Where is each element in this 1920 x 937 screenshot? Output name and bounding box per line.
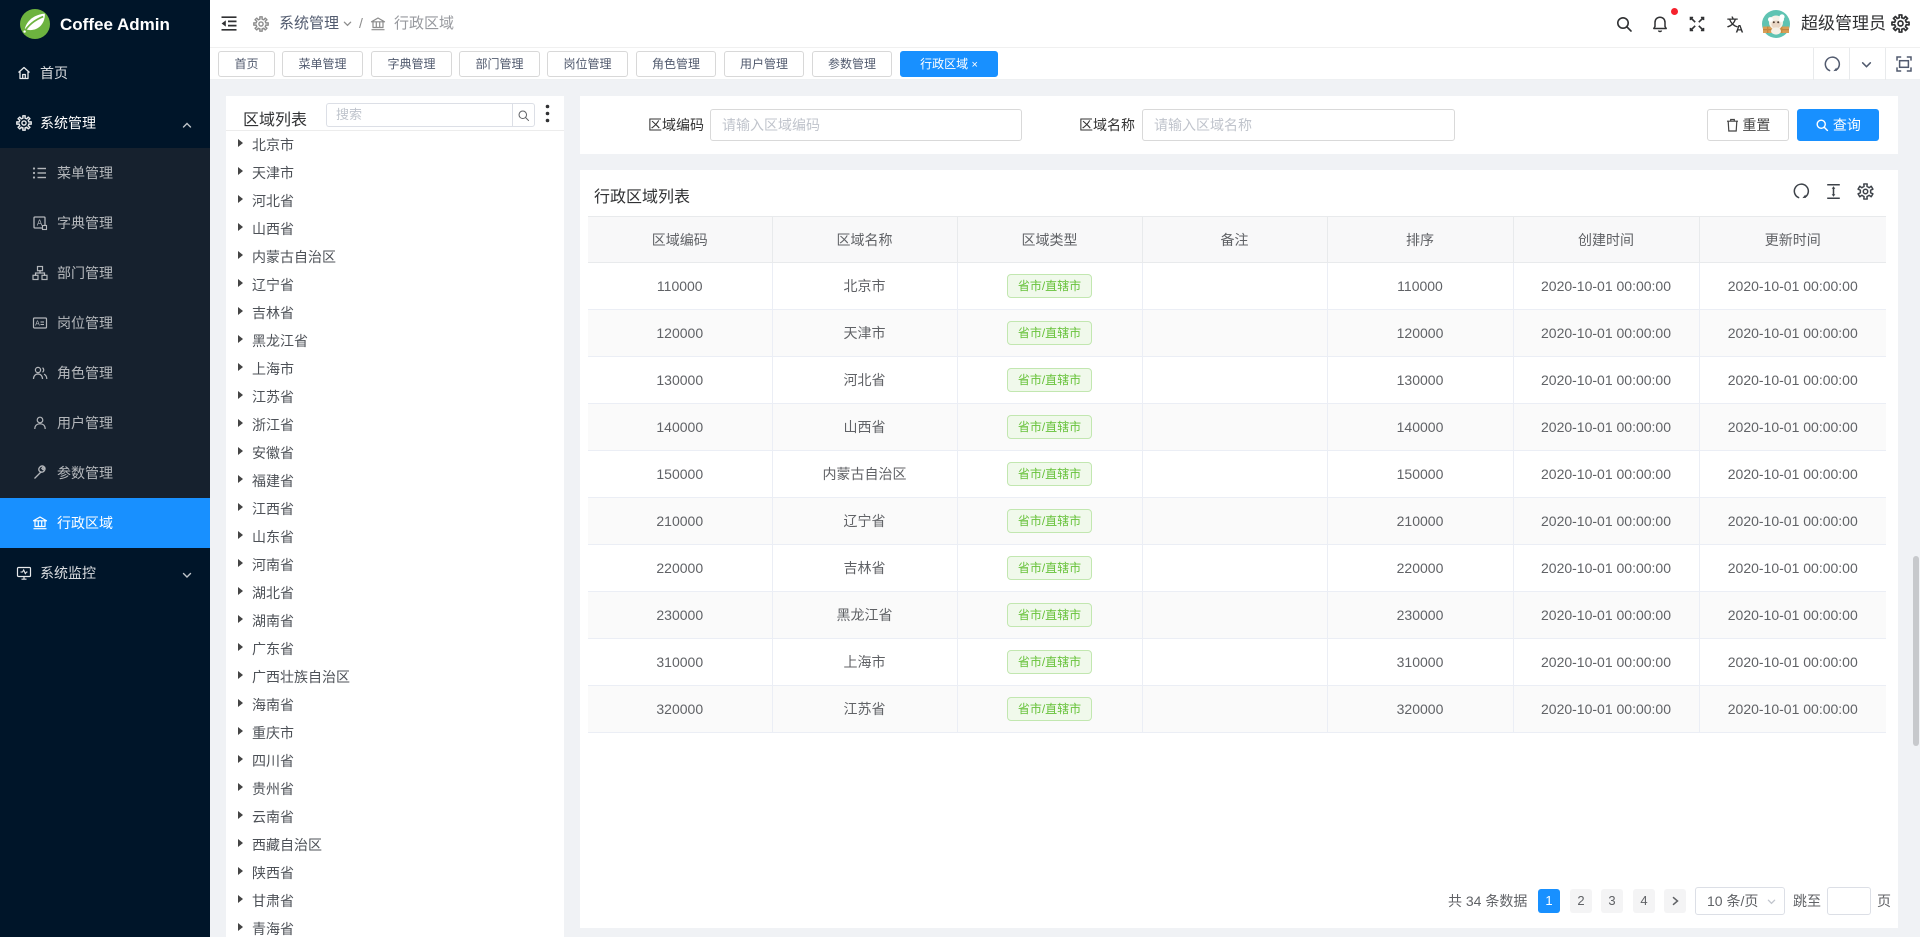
svg-text:A: A bbox=[35, 321, 40, 328]
svg-text:A: A bbox=[1736, 24, 1744, 35]
svg-text:A: A bbox=[37, 219, 43, 228]
